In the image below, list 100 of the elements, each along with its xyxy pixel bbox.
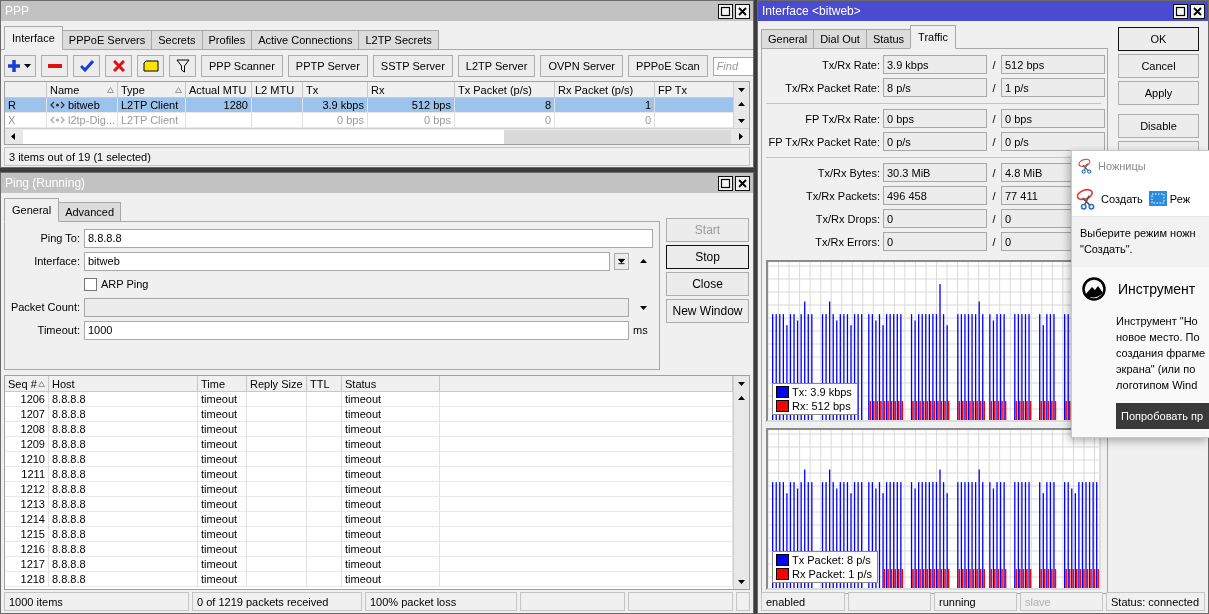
separator-slash: / xyxy=(991,212,997,225)
column-header[interactable]: L2 MTU xyxy=(255,83,295,96)
action-button[interactable]: New Window xyxy=(666,299,749,323)
toolbar-button[interactable]: L2TP Server xyxy=(457,55,536,77)
column-header[interactable]: Tx xyxy=(306,83,319,96)
table-row[interactable]: 1215 8.8.8.8 timeout timeout xyxy=(5,527,733,542)
scroll-left-icon[interactable] xyxy=(9,132,18,141)
table-row[interactable]: R bitweb L2TP Client 1280 3.9 kbps 512 bps 8 1 xyxy=(5,98,733,113)
find-field[interactable]: Find xyxy=(712,56,753,76)
separator-slash: / xyxy=(991,235,997,248)
status-text: enabled xyxy=(761,592,845,611)
column-header[interactable]: Name xyxy=(50,83,80,96)
tab[interactable]: Interface xyxy=(4,26,63,50)
column-menu-icon[interactable] xyxy=(737,379,746,388)
sort-icon xyxy=(107,86,114,93)
filter-button[interactable] xyxy=(169,55,196,77)
tab[interactable]: L2TP Secrets xyxy=(358,30,439,50)
scrollbar[interactable] xyxy=(733,376,749,589)
scroll-up-icon[interactable] xyxy=(737,100,746,109)
scrollbar[interactable] xyxy=(5,128,749,144)
table-row[interactable]: 1207 8.8.8.8 timeout timeout xyxy=(5,407,733,422)
column-header[interactable]: TTL xyxy=(310,377,330,390)
maximize-icon[interactable] xyxy=(718,175,733,191)
tab[interactable]: PPPoE Servers xyxy=(61,30,153,50)
column-header[interactable]: Rx Packet (p/s) xyxy=(558,83,634,96)
column-header[interactable]: Seq # xyxy=(8,377,37,390)
toolbar-button[interactable]: OVPN Server xyxy=(540,55,624,77)
toolbar-button[interactable]: PPP Scanner xyxy=(201,55,283,77)
scroll-up-icon[interactable] xyxy=(737,394,746,403)
action-button[interactable]: Stop xyxy=(666,245,749,269)
hint-text: Выберите режим ножн "Создать". xyxy=(1072,217,1209,267)
stat-label: FP Tx/Rx Rate: xyxy=(804,112,880,125)
field-label: Interface: xyxy=(33,255,80,267)
scroll-down-icon[interactable] xyxy=(737,577,746,586)
column-header[interactable]: Status xyxy=(345,377,377,390)
toolbar-button[interactable]: SSTP Server xyxy=(372,55,453,77)
column-header[interactable]: Time xyxy=(201,377,226,390)
stat-label: Tx/Rx Errors: xyxy=(814,235,880,248)
tab[interactable]: Dial Out xyxy=(813,29,867,49)
tab[interactable]: Advanced xyxy=(58,202,122,222)
legend-value: 8 p/s xyxy=(846,554,871,566)
table-row[interactable]: 1210 8.8.8.8 timeout timeout xyxy=(5,452,733,467)
tab[interactable]: Secrets xyxy=(151,30,203,50)
maximize-icon[interactable] xyxy=(1173,3,1188,19)
tab[interactable]: General xyxy=(4,198,60,222)
column-header[interactable]: Actual MTU xyxy=(189,83,247,96)
column-header[interactable]: Tx Packet (p/s) xyxy=(458,83,532,96)
status-text: running xyxy=(934,592,1017,611)
checkbox[interactable] xyxy=(84,277,97,291)
enable-button[interactable] xyxy=(73,55,100,77)
stat-label: Tx/Rx Bytes: xyxy=(816,166,880,179)
table-row[interactable]: 1213 8.8.8.8 timeout timeout xyxy=(5,497,733,512)
tab[interactable]: Active Connections xyxy=(251,30,360,50)
mode-button[interactable]: Реж xyxy=(1148,191,1191,206)
table-row[interactable]: 1208 8.8.8.8 timeout timeout xyxy=(5,422,733,437)
note-icon xyxy=(142,60,159,72)
status-text: 3 items out of 19 (1 selected) xyxy=(4,147,750,166)
tab[interactable]: Profiles xyxy=(201,30,253,50)
dialog-button[interactable]: Apply xyxy=(1118,81,1199,105)
tab[interactable]: Traffic xyxy=(910,25,957,49)
input-field[interactable]: 1000 xyxy=(84,320,629,340)
interface-field[interactable]: bitweb xyxy=(84,251,610,271)
table-row[interactable]: 1216 8.8.8.8 timeout timeout xyxy=(5,542,733,557)
table-row[interactable]: 1214 8.8.8.8 timeout timeout xyxy=(5,512,733,527)
comment-button[interactable] xyxy=(137,55,164,77)
remove-button[interactable] xyxy=(41,55,68,77)
tab[interactable]: Status xyxy=(865,29,912,49)
field-label: Timeout: xyxy=(36,324,80,336)
scroll-right-icon[interactable] xyxy=(736,132,745,141)
dialog-button[interactable]: Disable xyxy=(1118,114,1199,138)
dropdown-icon[interactable] xyxy=(614,252,629,270)
dialog-button[interactable]: OK xyxy=(1118,27,1199,51)
table-row[interactable]: 1206 8.8.8.8 timeout timeout xyxy=(5,392,733,407)
add-button[interactable] xyxy=(4,55,36,77)
scroll-down-icon[interactable] xyxy=(737,116,746,125)
try-button[interactable]: Попробовать пр xyxy=(1116,403,1209,429)
table-row[interactable]: 1217 8.8.8.8 timeout timeout xyxy=(5,557,733,572)
disable-button[interactable] xyxy=(105,55,132,77)
toolbar-button[interactable]: PPPoE Scan xyxy=(628,55,708,77)
toolbar-button[interactable]: PPTP Server xyxy=(287,55,368,77)
table-row[interactable]: 1209 8.8.8.8 timeout timeout xyxy=(5,437,733,452)
close-icon[interactable] xyxy=(1190,3,1205,19)
action-button[interactable]: Close xyxy=(666,272,749,296)
table-row[interactable]: 1218 8.8.8.8 timeout timeout xyxy=(5,572,733,587)
column-menu-icon[interactable] xyxy=(737,85,746,94)
collapse-icon[interactable] xyxy=(638,256,648,266)
maximize-icon[interactable] xyxy=(718,3,733,19)
tab[interactable]: General xyxy=(761,29,815,49)
column-header[interactable]: Type xyxy=(121,83,145,96)
close-icon[interactable] xyxy=(735,175,750,191)
scrollbar[interactable] xyxy=(733,82,749,128)
column-header[interactable]: Rx xyxy=(371,83,385,96)
table-row[interactable]: 1212 8.8.8.8 timeout timeout xyxy=(5,482,733,497)
dialog-button[interactable]: Cancel xyxy=(1118,54,1199,78)
input-field[interactable]: 8.8.8.8 xyxy=(84,228,653,248)
column-header[interactable]: Reply Size xyxy=(250,377,303,390)
close-icon[interactable] xyxy=(735,3,750,19)
column-header[interactable]: FP Tx xyxy=(658,83,687,96)
column-header[interactable]: Host xyxy=(52,377,75,390)
table-row[interactable]: 1211 8.8.8.8 timeout timeout xyxy=(5,467,733,482)
